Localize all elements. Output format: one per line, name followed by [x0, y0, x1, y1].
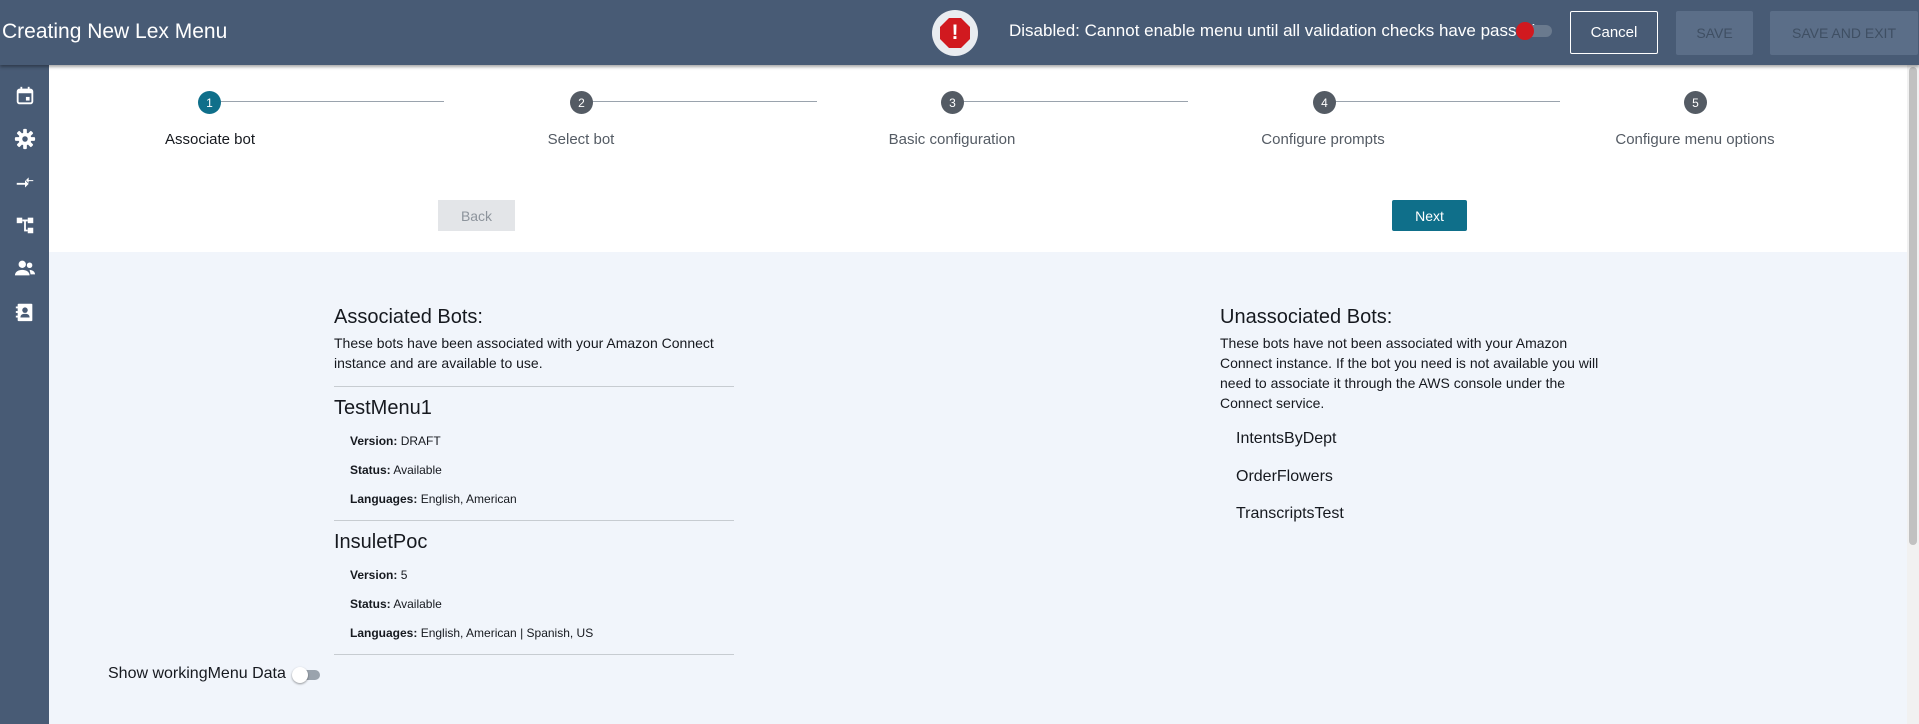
save-button[interactable]: SAVE — [1676, 11, 1753, 55]
unassociated-bot-item[interactable]: OrderFlowers — [1236, 468, 1333, 486]
transfer-icon[interactable] — [14, 171, 36, 193]
associated-bots-title: Associated Bots: — [334, 306, 483, 328]
step-4-indicator[interactable]: 4 — [1313, 91, 1336, 114]
sidebar — [0, 65, 49, 724]
cancel-button[interactable]: Cancel — [1570, 11, 1658, 54]
step-connector — [584, 101, 817, 102]
step-4-label: Configure prompts — [1261, 131, 1385, 148]
bot-languages: English, American — [420, 492, 517, 506]
languages-label: Languages: — [350, 492, 418, 506]
step-connector — [212, 101, 444, 102]
step-1-label: Associate bot — [164, 131, 256, 148]
version-label: Version: — [350, 434, 398, 448]
bot-status: Available — [393, 463, 442, 477]
users-icon[interactable] — [14, 257, 36, 279]
step-1-indicator[interactable]: 1 — [198, 91, 221, 114]
bot-card[interactable]: InsuletPoc Version: 5 Status: Available … — [334, 531, 734, 640]
save-and-exit-button[interactable]: SAVE AND EXIT — [1770, 11, 1918, 55]
scrollbar-thumb[interactable] — [1909, 67, 1917, 545]
flow-icon[interactable] — [14, 214, 36, 236]
show-working-menu-label: Show workingMenu Data — [108, 665, 286, 682]
toggle-knob — [1516, 22, 1534, 40]
divider — [334, 654, 734, 655]
bot-version: DRAFT — [400, 434, 441, 448]
status-message: Disabled: Cannot enable menu until all v… — [1009, 21, 1536, 40]
calendar-icon[interactable] — [14, 85, 36, 107]
bot-version: 5 — [400, 568, 408, 582]
contact-card-icon[interactable] — [14, 301, 36, 323]
vertical-scrollbar[interactable] — [1907, 65, 1919, 724]
step-5-label: Configure menu options — [1615, 131, 1775, 148]
toggle-knob — [292, 667, 308, 683]
bot-card[interactable]: TestMenu1 Version: DRAFT Status: Availab… — [334, 397, 734, 506]
bot-name: InsuletPoc — [334, 531, 428, 553]
step-2-label: Select bot — [547, 131, 615, 148]
step-connector — [1327, 101, 1560, 102]
version-label: Version: — [350, 568, 398, 582]
unassociated-bots-description: These bots have not been associated with… — [1220, 335, 1599, 411]
associated-bots-description: These bots have been associated with you… — [334, 335, 714, 371]
show-working-menu-toggle[interactable] — [292, 667, 322, 683]
associated-bots-section: Associated Bots: These bots have been as… — [334, 306, 734, 655]
unassociated-bots-title: Unassociated Bots: — [1220, 306, 1393, 328]
next-button[interactable]: Next — [1392, 200, 1467, 231]
validation-warning: ! — [932, 10, 978, 56]
status-label: Status: — [350, 597, 391, 611]
step-5-indicator[interactable]: 5 — [1684, 91, 1707, 114]
unassociated-bot-item[interactable]: TranscriptsTest — [1236, 505, 1344, 523]
unassociated-bots-section: Unassociated Bots: These bots have not b… — [1220, 306, 1620, 522]
warning-icon: ! — [940, 18, 970, 48]
step-connector — [955, 101, 1188, 102]
wizard-stepper: 1 2 3 4 5 Associate bot Select bot Basic… — [49, 65, 1907, 252]
step-2-indicator[interactable]: 2 — [570, 91, 593, 114]
top-header: Creating New Lex Menu ! Disabled: Cannot… — [0, 0, 1919, 65]
divider — [334, 386, 734, 387]
unassociated-bot-item[interactable]: IntentsByDept — [1236, 430, 1337, 448]
enable-menu-toggle[interactable] — [1516, 22, 1554, 40]
bot-languages: English, American | Spanish, US — [420, 626, 594, 640]
languages-label: Languages: — [350, 626, 418, 640]
bot-status: Available — [393, 597, 442, 611]
gear-icon[interactable] — [14, 128, 36, 150]
divider — [334, 520, 734, 521]
bot-name: TestMenu1 — [334, 397, 432, 419]
status-label: Status: — [350, 463, 391, 477]
step-3-label: Basic configuration — [888, 131, 1016, 148]
step-3-indicator[interactable]: 3 — [941, 91, 964, 114]
back-button[interactable]: Back — [438, 200, 515, 231]
page-title: Creating New Lex Menu — [2, 20, 228, 43]
